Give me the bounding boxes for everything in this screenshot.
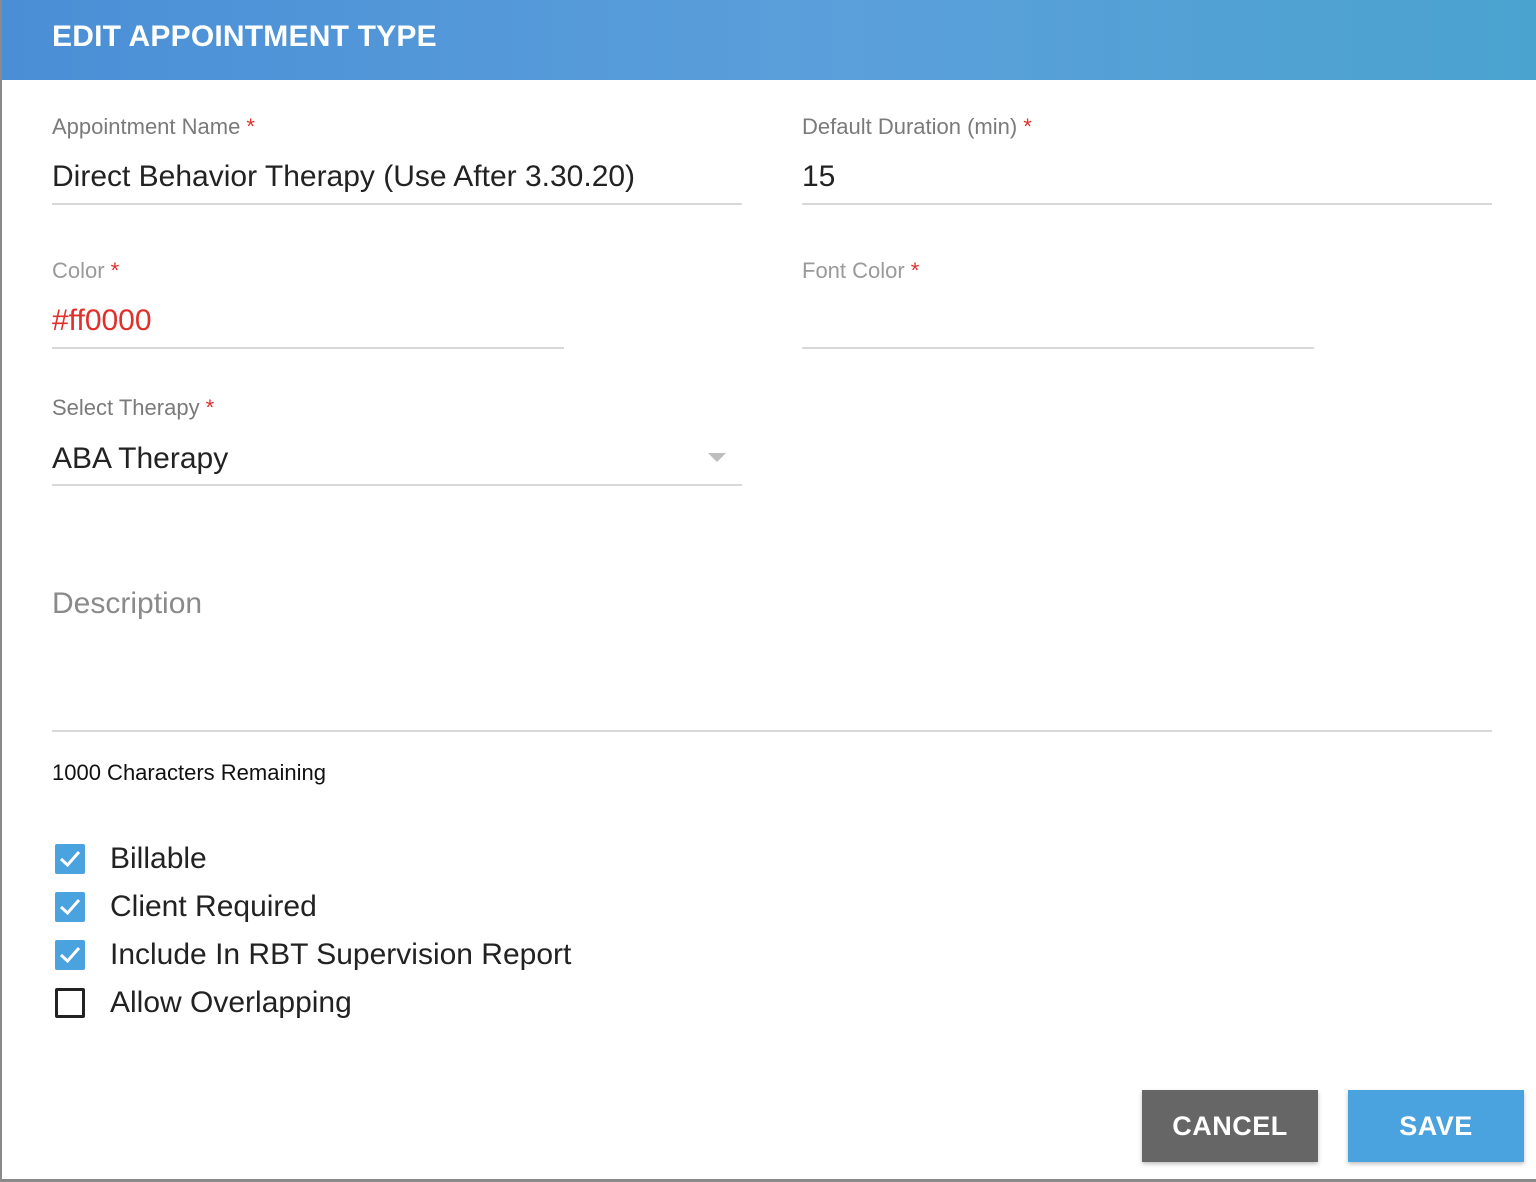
required-marker: * <box>246 114 255 139</box>
default-duration-input[interactable]: 15 <box>802 160 835 194</box>
font-color-field[interactable]: Font Color * <box>802 258 1314 350</box>
select-therapy-label: Select Therapy * <box>52 395 215 420</box>
cancel-button[interactable]: CANCEL <box>1142 1090 1318 1162</box>
save-button[interactable]: SAVE <box>1348 1090 1524 1162</box>
edit-appointment-type-dialog: EDIT APPOINTMENT TYPE Appointment Name * … <box>0 0 1536 1182</box>
chevron-down-icon[interactable] <box>708 453 726 462</box>
characters-remaining: 1000 Characters Remaining <box>52 760 326 785</box>
input-underline <box>52 347 564 349</box>
checkbox-checked-icon[interactable] <box>55 940 85 970</box>
input-underline <box>52 203 742 205</box>
appointment-name-label: Appointment Name * <box>52 114 255 139</box>
checkbox-label: Client Required <box>110 890 317 923</box>
color-input[interactable]: #ff0000 <box>52 304 152 338</box>
required-marker: * <box>1023 114 1032 139</box>
appointment-name-input[interactable]: Direct Behavior Therapy (Use After 3.30.… <box>52 160 635 194</box>
required-marker: * <box>110 258 120 283</box>
input-underline <box>802 347 1314 349</box>
checkbox-checked-icon[interactable] <box>55 844 85 874</box>
select-therapy-field[interactable]: Select Therapy * ABA Therapy <box>52 395 742 487</box>
color-field[interactable]: Color * #ff0000 <box>52 258 564 350</box>
required-marker: * <box>910 258 920 283</box>
default-duration-field[interactable]: Default Duration (min) * 15 <box>802 114 1492 206</box>
checkbox-label: Allow Overlapping <box>110 986 352 1019</box>
checkbox-label: Billable <box>110 842 207 875</box>
font-color-label: Font Color * <box>802 258 920 283</box>
checkbox-label: Include In RBT Supervision Report <box>110 938 572 971</box>
description-underline <box>52 730 1492 732</box>
color-label: Color * <box>52 258 120 283</box>
checkbox-unchecked-icon[interactable] <box>55 988 85 1018</box>
default-duration-label: Default Duration (min) * <box>802 114 1032 139</box>
dialog-title: EDIT APPOINTMENT TYPE <box>52 20 437 53</box>
dialog-header: EDIT APPOINTMENT TYPE <box>2 0 1536 80</box>
select-therapy-value[interactable]: ABA Therapy <box>52 442 228 476</box>
appointment-name-field[interactable]: Appointment Name * Direct Behavior Therap… <box>52 114 742 206</box>
description-label: Description <box>52 587 203 620</box>
input-underline <box>802 203 1492 205</box>
select-underline <box>52 484 742 486</box>
description-textarea[interactable] <box>52 635 1496 733</box>
required-marker: * <box>205 395 215 420</box>
checkbox-checked-icon[interactable] <box>55 892 85 922</box>
